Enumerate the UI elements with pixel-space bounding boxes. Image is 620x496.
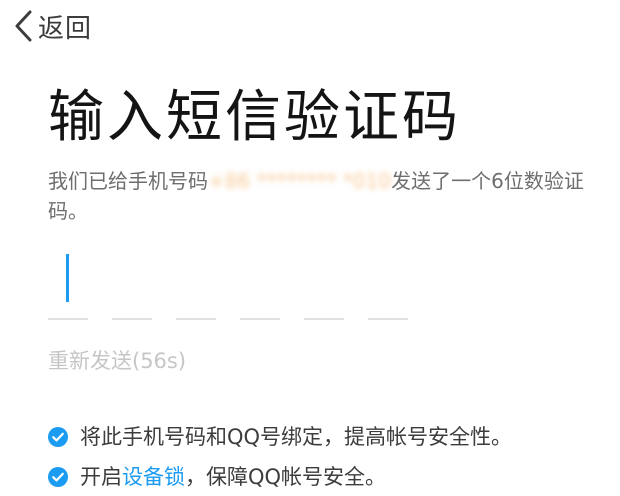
tip-device-lock: 开启 设备锁 ，保障QQ帐号安全。 (48, 462, 386, 492)
tip-bind-phone: 将此手机号码和QQ号绑定，提高帐号安全性。 (48, 422, 512, 452)
code-slot-6[interactable] (368, 318, 408, 320)
phone-number: +86 ******** *010 (208, 169, 392, 193)
code-slot-5[interactable] (304, 318, 344, 320)
code-slot-3[interactable] (176, 318, 216, 320)
back-label: 返回 (38, 13, 93, 44)
chevron-left-icon (15, 10, 32, 42)
back-button[interactable]: 返回 (12, 6, 92, 46)
text-cursor (66, 254, 69, 302)
code-slot-1[interactable] (48, 318, 88, 320)
desc-prefix: 我们已给手机号码 (48, 169, 208, 193)
device-lock-link[interactable]: 设备锁 (122, 462, 185, 492)
resend-button[interactable]: 重新发送(56s) (48, 346, 186, 376)
tip-suffix: ，保障QQ帐号安全。 (185, 465, 387, 489)
code-slot-4[interactable] (240, 318, 280, 320)
tip-text: 将此手机号码和QQ号绑定，提高帐号安全性。 (80, 425, 513, 449)
check-circle-icon (48, 467, 68, 487)
code-slot-2[interactable] (112, 318, 152, 320)
sms-description: 我们已给手机号码+86 ******** *010发送了一个6位数验证码。 (48, 166, 588, 226)
tip-prefix: 开启 (80, 465, 122, 489)
page-title: 输入短信验证码 (48, 85, 461, 150)
check-circle-icon (48, 427, 68, 447)
